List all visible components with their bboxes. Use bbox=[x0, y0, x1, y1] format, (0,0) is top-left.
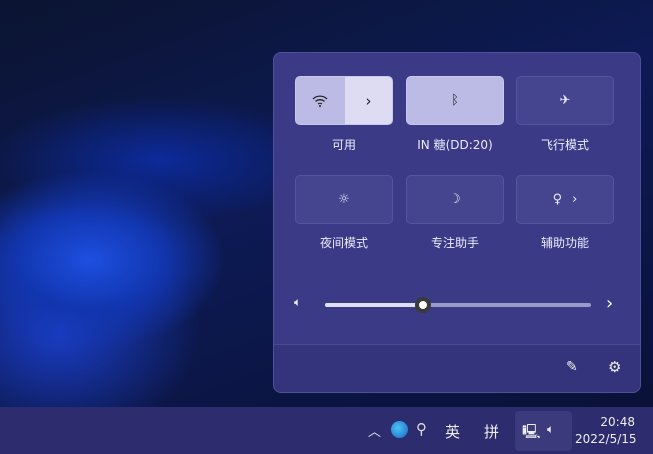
quick-settings-panel: › ᛒ ✈ 可用 IN 糖(DD:20) 飞行模式 ☼ ☽ ♀ › 夜间模式 专… bbox=[273, 52, 641, 393]
night-light-icon: ☼ bbox=[338, 192, 350, 207]
wifi-expand-button[interactable]: › bbox=[344, 77, 392, 124]
night-light-tile[interactable]: ☼ bbox=[295, 175, 393, 224]
taskbar: ︿ ⚲ 英 拼 🖳︎ 🔈︎ 20:48 2022/5/15 bbox=[0, 407, 653, 454]
volume-fill bbox=[325, 303, 424, 307]
edit-pencil-icon[interactable]: ✎ bbox=[566, 359, 578, 375]
volume-slider[interactable] bbox=[325, 297, 591, 313]
airplane-icon: ✈ bbox=[559, 93, 571, 108]
audio-output-chevron-icon[interactable]: › bbox=[606, 293, 613, 314]
airplane-mode-tile[interactable]: ✈ bbox=[516, 76, 614, 125]
edge-icon[interactable] bbox=[391, 421, 408, 438]
network-icon: 🖳︎ bbox=[522, 424, 541, 440]
wifi-toggle[interactable] bbox=[296, 77, 345, 124]
bluetooth-label: IN 糖(DD:20) bbox=[417, 138, 493, 152]
accessibility-tile[interactable]: ♀ › bbox=[516, 175, 614, 224]
airplane-label: 飞行模式 bbox=[540, 138, 589, 152]
volume-thumb[interactable] bbox=[415, 297, 432, 313]
bluetooth-icon: ᛒ bbox=[451, 93, 459, 108]
accessibility-icon: ♀ bbox=[552, 192, 563, 207]
search-icon[interactable]: ⚲ bbox=[416, 420, 427, 438]
moon-icon: ☽ bbox=[449, 192, 461, 207]
clock[interactable]: 20:48 2022/5/15 bbox=[575, 414, 637, 448]
panel-footer: ✎ ⚙ bbox=[274, 344, 640, 392]
bluetooth-tile[interactable]: ᛒ bbox=[406, 76, 504, 125]
wifi-label: 可用 bbox=[331, 138, 356, 152]
volume-icon: 🔈︎ bbox=[547, 422, 555, 436]
clock-time: 20:48 bbox=[600, 415, 635, 429]
accessibility-label: 辅助功能 bbox=[540, 236, 589, 250]
speaker-icon[interactable]: 🔈︎ bbox=[294, 295, 301, 310]
focus-assist-tile[interactable]: ☽ bbox=[406, 175, 504, 224]
wifi-icon bbox=[313, 94, 328, 107]
clock-date: 2022/5/15 bbox=[575, 432, 637, 446]
network-volume-button[interactable]: 🖳︎ 🔈︎ bbox=[515, 411, 572, 451]
settings-gear-icon[interactable]: ⚙ bbox=[608, 358, 621, 376]
show-hidden-icons-chevron-icon[interactable]: ︿ bbox=[368, 421, 381, 440]
ime-language[interactable]: 英 bbox=[445, 421, 460, 442]
focus-assist-label: 专注助手 bbox=[430, 236, 479, 250]
night-light-label: 夜间模式 bbox=[319, 236, 368, 250]
chevron-right-icon: › bbox=[365, 91, 372, 110]
chevron-right-icon: › bbox=[572, 192, 578, 207]
ime-mode[interactable]: 拼 bbox=[484, 421, 499, 442]
wifi-tile[interactable]: › bbox=[295, 76, 393, 125]
